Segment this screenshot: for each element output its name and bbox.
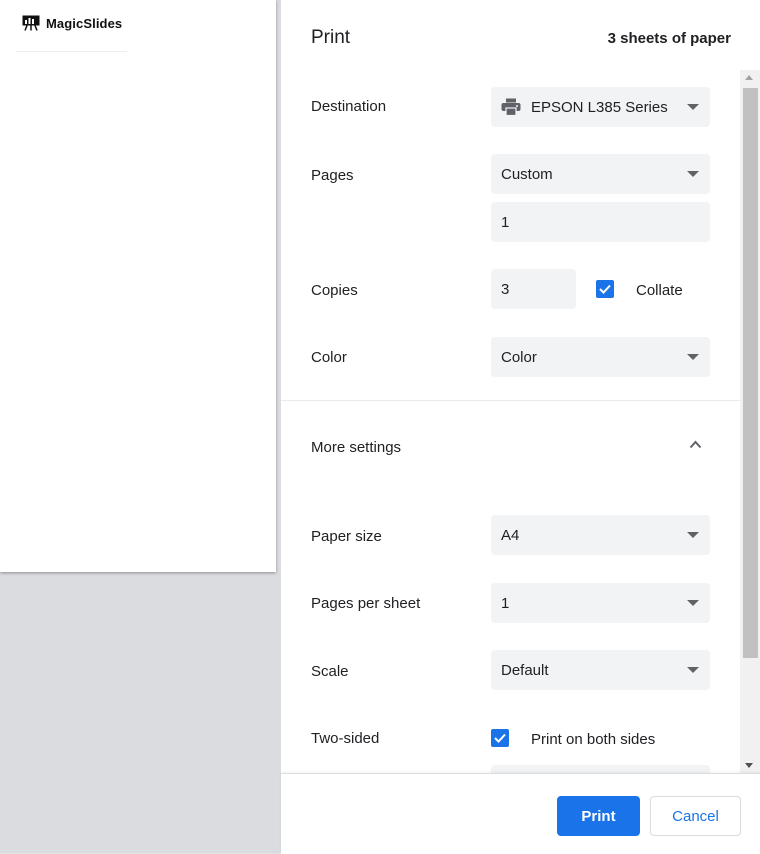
cancel-button[interactable]: Cancel [650, 796, 741, 836]
scale-label: Scale [311, 663, 349, 680]
paper-size-select[interactable]: A4 [491, 515, 710, 555]
settings-scrollbar[interactable] [740, 70, 760, 773]
print-header: Print 3 sheets of paper [281, 0, 760, 70]
preview-page: MagicSlides [0, 0, 276, 572]
chevron-down-icon [687, 667, 699, 673]
color-label: Color [311, 349, 347, 366]
color-select[interactable]: Color [491, 337, 710, 377]
print-title: Print [311, 27, 351, 48]
more-settings-label[interactable]: More settings [311, 439, 401, 456]
settings-scroll-area[interactable]: Destination EPSON L385 Series Pages Cust… [281, 70, 760, 773]
pages-per-sheet-value: 1 [501, 594, 510, 612]
chevron-down-icon [687, 354, 699, 360]
custom-pages-value: 1 [501, 213, 510, 231]
scroll-up-arrow-icon[interactable] [745, 75, 753, 80]
printer-icon [501, 98, 521, 116]
print-preview-area: MagicSlides [0, 0, 281, 853]
pages-label: Pages [311, 167, 354, 184]
sheet-count: 3 sheets of paper [607, 30, 731, 47]
chevron-down-icon [687, 171, 699, 177]
two-sided-label: Two-sided [311, 730, 380, 747]
paper-size-value: A4 [501, 526, 520, 544]
checkmark-icon [599, 284, 611, 294]
color-value: Color [501, 348, 537, 366]
pages-per-sheet-select[interactable]: 1 [491, 583, 710, 623]
copies-value: 3 [501, 280, 510, 298]
custom-pages-input[interactable]: 1 [491, 202, 710, 242]
chevron-down-icon [687, 104, 699, 110]
scale-select[interactable]: Default [491, 650, 710, 690]
pages-per-sheet-label: Pages per sheet [311, 595, 421, 612]
chevron-up-icon[interactable] [689, 440, 702, 449]
print-button[interactable]: Print [557, 796, 640, 836]
copies-input[interactable]: 3 [491, 269, 576, 309]
chevron-down-icon [687, 600, 699, 606]
pages-value: Custom [501, 165, 553, 183]
scrollbar-thumb[interactable] [743, 88, 758, 658]
scroll-down-arrow-icon[interactable] [745, 763, 753, 768]
page-divider [16, 51, 127, 52]
collate-checkbox[interactable] [596, 280, 614, 298]
presentation-board-icon [22, 15, 40, 31]
destination-label: Destination [311, 98, 387, 115]
print-footer: Print Cancel [281, 773, 760, 854]
two-sided-checkbox[interactable] [491, 729, 509, 747]
checkmark-icon [494, 733, 506, 743]
section-divider [281, 400, 740, 401]
two-sided-option-label: Print on both sides [531, 731, 656, 748]
magicslides-logo: MagicSlides [22, 15, 122, 31]
scale-value: Default [501, 661, 549, 679]
print-settings-sidebar: Print 3 sheets of paper Destination EPSO… [281, 0, 760, 854]
copies-label: Copies [311, 282, 358, 299]
chevron-down-icon [687, 532, 699, 538]
pages-select[interactable]: Custom [491, 154, 710, 194]
destination-value: EPSON L385 Series [531, 98, 668, 116]
destination-select[interactable]: EPSON L385 Series [491, 87, 710, 127]
paper-size-label: Paper size [311, 528, 382, 545]
two-sided-mode-select[interactable] [491, 765, 710, 773]
collate-label: Collate [636, 282, 683, 299]
logo-text: MagicSlides [46, 15, 123, 31]
